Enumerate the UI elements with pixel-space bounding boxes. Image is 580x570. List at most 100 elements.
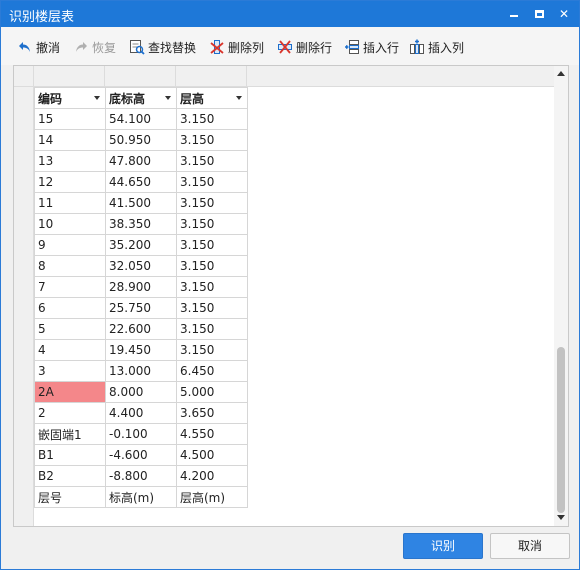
minimize-button[interactable] [503, 4, 525, 24]
insert-row-label: 插入行 [363, 40, 400, 55]
table-cell[interactable]: 3.150 [176, 192, 248, 214]
table-cell[interactable]: B1 [34, 444, 106, 466]
delete-row-button[interactable]: 删除行 [277, 37, 332, 57]
table-cell[interactable]: 44.650 [105, 171, 177, 193]
table-cell[interactable]: 13.000 [105, 360, 177, 382]
table-cell[interactable]: 3.650 [176, 402, 248, 424]
table-cell[interactable]: 32.050 [105, 255, 177, 277]
find-replace-icon [130, 40, 145, 55]
insert-column-button[interactable]: 插入列 [409, 37, 464, 57]
table-cell[interactable]: 3.150 [176, 150, 248, 172]
corner-cell[interactable] [14, 66, 34, 87]
table-cell[interactable]: 层高(m) [176, 486, 248, 508]
table-cell[interactable]: 9 [34, 234, 106, 256]
table-cell[interactable]: 35.200 [105, 234, 177, 256]
table-cell[interactable]: 3.150 [176, 213, 248, 235]
find-replace-button[interactable]: 查找替换 [129, 37, 196, 57]
table-cell[interactable]: 层号 [34, 486, 106, 508]
floor-table-grid[interactable]: 编码 底标高 层高 15 54.100 3.150 14 50.950 3.150 13… [13, 65, 569, 527]
delete-column-button[interactable]: 删除列 [209, 37, 264, 57]
column-header-c[interactable] [176, 66, 247, 87]
table-cell[interactable]: 嵌固端1 [34, 423, 106, 445]
table-cell[interactable]: -0.100 [105, 423, 177, 445]
table-cell[interactable]: -8.800 [105, 465, 177, 487]
table-cell[interactable]: 5 [34, 318, 106, 340]
table-cell[interactable]: 15 [34, 108, 106, 130]
table-row: 7 28.900 3.150 [34, 276, 248, 298]
vertical-scrollbar[interactable] [554, 66, 568, 526]
header-cell-code[interactable]: 编码 [34, 87, 106, 109]
table-cell[interactable]: 3.150 [176, 276, 248, 298]
insert-column-label: 插入列 [428, 40, 465, 55]
table-cell[interactable]: 41.500 [105, 192, 177, 214]
maximize-button[interactable] [528, 4, 550, 24]
table-cell[interactable]: 28.900 [105, 276, 177, 298]
header-cell-floor-height[interactable]: 层高 [176, 87, 248, 109]
table-row: 11 41.500 3.150 [34, 192, 248, 214]
table-cell[interactable]: 12 [34, 171, 106, 193]
table-cell[interactable]: 3 [34, 360, 106, 382]
redo-button[interactable]: 恢复 [73, 37, 116, 57]
table-cell[interactable]: 11 [34, 192, 106, 214]
table-cell[interactable]: 8.000 [105, 381, 177, 403]
table-cell[interactable]: 4.400 [105, 402, 177, 424]
close-button[interactable]: ✕ [553, 4, 575, 24]
table-cell[interactable]: 19.450 [105, 339, 177, 361]
table-cell[interactable]: 7 [34, 276, 106, 298]
column-header-a[interactable] [34, 66, 105, 87]
dropdown-arrow-icon[interactable] [94, 96, 100, 100]
table-cell[interactable]: 6 [34, 297, 106, 319]
dropdown-arrow-icon[interactable] [165, 96, 171, 100]
table-cell[interactable]: 4 [34, 339, 106, 361]
header-floor-height-label: 层高 [180, 91, 205, 106]
table-cell[interactable]: 13 [34, 150, 106, 172]
recognize-button[interactable]: 识别 [403, 533, 483, 559]
table-cell[interactable]: 4.500 [176, 444, 248, 466]
header-code-label: 编码 [38, 91, 63, 106]
table-row: 8 32.050 3.150 [34, 255, 248, 277]
table-cell[interactable]: 3.150 [176, 255, 248, 277]
cancel-button[interactable]: 取消 [490, 533, 570, 559]
table-cell[interactable]: 50.950 [105, 129, 177, 151]
table-cell[interactable]: 3.150 [176, 171, 248, 193]
highlighted-cell[interactable]: 2A [34, 381, 106, 403]
table-cell[interactable]: 5.000 [176, 381, 248, 403]
table-cell[interactable]: 54.100 [105, 108, 177, 130]
table-cell[interactable]: 3.150 [176, 108, 248, 130]
table-cell[interactable]: 14 [34, 129, 106, 151]
table-cell[interactable]: -4.600 [105, 444, 177, 466]
table-cell[interactable]: 3.150 [176, 318, 248, 340]
table-row: B2 -8.800 4.200 [34, 465, 248, 487]
table-cell[interactable]: 3.150 [176, 297, 248, 319]
table-cell[interactable]: 4.550 [176, 423, 248, 445]
table-row: 3 13.000 6.450 [34, 360, 248, 382]
table-cell[interactable]: 22.600 [105, 318, 177, 340]
table-cell[interactable]: 6.450 [176, 360, 248, 382]
insert-row-button[interactable]: 插入行 [344, 37, 399, 57]
table-cell[interactable]: 8 [34, 255, 106, 277]
scroll-up-arrow-icon[interactable] [557, 71, 565, 76]
column-header-b[interactable] [105, 66, 176, 87]
table-cell[interactable]: 3.150 [176, 339, 248, 361]
table-cell[interactable]: 3.150 [176, 234, 248, 256]
scroll-down-arrow-icon[interactable] [557, 515, 565, 520]
table-cell[interactable]: 3.150 [176, 129, 248, 151]
scrollbar-thumb[interactable] [557, 347, 565, 513]
table-cell[interactable]: 10 [34, 213, 106, 235]
table-row: B1 -4.600 4.500 [34, 444, 248, 466]
header-cell-base-elevation[interactable]: 底标高 [105, 87, 177, 109]
table-cell[interactable]: 25.750 [105, 297, 177, 319]
undo-button[interactable]: 撤消 [17, 37, 60, 57]
table-cell[interactable]: B2 [34, 465, 106, 487]
table-cell[interactable]: 47.800 [105, 150, 177, 172]
table-cell[interactable]: 2 [34, 402, 106, 424]
table-cell[interactable]: 标高(m) [105, 486, 177, 508]
column-header-strip [14, 66, 555, 87]
table-cell[interactable]: 38.350 [105, 213, 177, 235]
title-bar: 识别楼层表 ✕ [1, 1, 579, 27]
header-base-elevation-label: 底标高 [109, 91, 146, 106]
toolbar: 撤消 恢复 查找替换 删除列 删除行 插入行 插入列 [1, 27, 579, 65]
table-cell[interactable]: 4.200 [176, 465, 248, 487]
table-row: 层号 标高(m) 层高(m) [34, 486, 248, 508]
dropdown-arrow-icon[interactable] [236, 96, 242, 100]
